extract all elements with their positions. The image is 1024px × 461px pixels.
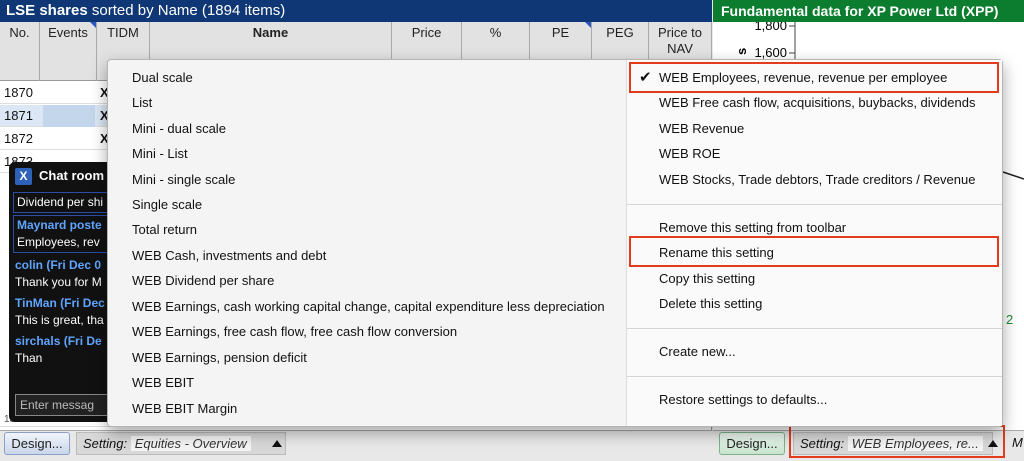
panel-title: LSE shares sorted by Name (1894 items): [0, 0, 712, 22]
chat-message-text: Thank you for M: [15, 275, 102, 289]
row-number: 1872: [4, 131, 33, 146]
menu-item[interactable]: WEB Earnings, free cash flow, free cash …: [108, 320, 626, 344]
chat-close-button[interactable]: X: [15, 168, 32, 185]
menu-item[interactable]: Delete this setting: [627, 292, 1002, 316]
chat-room-window[interactable]: X Chat room Dividend per shi Maynard pos…: [9, 162, 121, 422]
menu-separator: [627, 328, 1002, 329]
menu-item[interactable]: Mini - single scale: [108, 168, 626, 192]
value-fragment: 2: [1006, 312, 1013, 327]
menu-item[interactable]: Restore settings to defaults...: [627, 388, 1002, 412]
chat-message-author: colin (Fri Dec 0: [15, 258, 102, 272]
highlight-frame: [789, 425, 1005, 458]
settings-menu-left-column: Dual scale List Mini - dual scale Mini -…: [108, 60, 626, 426]
menu-item[interactable]: WEB Dividend per share: [108, 269, 626, 293]
chat-message-text: Employees, rev: [17, 235, 100, 249]
chat-message: TinMan (Fri Dec This is great, tha: [9, 293, 121, 331]
design-button[interactable]: Design...: [719, 432, 785, 455]
column-header-events[interactable]: Events: [40, 22, 97, 81]
chat-message: sirchals (Fri De Than: [9, 331, 121, 369]
menu-item[interactable]: WEB Earnings, pension deficit: [108, 346, 626, 370]
menu-item[interactable]: WEB Revenue: [627, 117, 1002, 141]
menu-item[interactable]: Mini - List: [108, 142, 626, 166]
menu-item[interactable]: Create new...: [627, 340, 1002, 364]
chat-message-text: This is great, tha: [15, 313, 104, 327]
chat-room-title: Chat room: [39, 168, 104, 183]
panel-title-main: LSE shares: [6, 2, 88, 19]
menu-item[interactable]: WEB Cash, investments and debt: [108, 244, 626, 268]
menu-item[interactable]: WEB EBIT Margin: [108, 397, 626, 421]
menu-item[interactable]: Total return: [108, 218, 626, 242]
toolbar-trailing-text: M: [1012, 435, 1023, 450]
menu-item[interactable]: WEB Free cash flow, acquisitions, buybac…: [627, 91, 1002, 115]
chat-message-text: Than: [15, 351, 43, 365]
setting-selector[interactable]: Setting: Equities - Overview: [76, 432, 286, 455]
menu-item[interactable]: List: [108, 91, 626, 115]
menu-item[interactable]: WEB Earnings, cash working capital chang…: [108, 295, 626, 319]
y-tick-label: 1,600: [754, 45, 787, 60]
setting-value: Equities - Overview: [130, 436, 251, 451]
chat-message: Dividend per shi: [13, 192, 117, 213]
fundamentals-title: Fundamental data for XP Power Ltd (XPP): [713, 0, 1024, 22]
series-line: [1002, 171, 1024, 180]
chat-message-author: sirchals (Fri De: [15, 334, 102, 348]
setting-dropdown-arrow-icon[interactable]: [272, 440, 282, 447]
y-axis-label: s: [734, 48, 749, 55]
chat-message-input[interactable]: Enter messag: [15, 394, 115, 416]
screen: LSE shares sorted by Name (1894 items) N…: [0, 0, 1024, 461]
row-number: 1871: [4, 108, 33, 123]
y-tick-label: 1,800: [754, 22, 787, 33]
row-events-cell: [43, 105, 95, 127]
menu-item[interactable]: WEB ROE: [627, 142, 1002, 166]
highlight-frame: [629, 236, 999, 267]
menu-item[interactable]: WEB Stocks, Trade debtors, Trade credito…: [627, 168, 1002, 192]
setting-label: Setting:: [83, 436, 128, 451]
highlight-frame: [629, 62, 999, 93]
column-header-no[interactable]: No.: [0, 22, 40, 81]
menu-item[interactable]: Single scale: [108, 193, 626, 217]
design-button[interactable]: Design...: [4, 432, 70, 455]
menu-item[interactable]: Dual scale: [108, 66, 626, 90]
menu-item[interactable]: Copy this setting: [627, 267, 1002, 291]
menu-separator: [627, 376, 1002, 377]
chat-message-author: Maynard poste: [17, 218, 102, 232]
chat-message: colin (Fri Dec 0 Thank you for M: [9, 255, 121, 293]
menu-separator: [627, 204, 1002, 205]
left-toolbar: Design... Setting: Equities - Overview: [0, 430, 712, 461]
chat-room-header: X Chat room: [9, 162, 121, 190]
menu-item[interactable]: WEB EBIT: [108, 371, 626, 395]
chat-message-author: TinMan (Fri Dec: [15, 296, 105, 310]
row-number: 1870: [4, 85, 33, 100]
chat-message-text: Dividend per shi: [17, 195, 104, 209]
chat-message: Maynard poste Employees, rev: [13, 215, 117, 253]
menu-item[interactable]: Mini - dual scale: [108, 117, 626, 141]
panel-title-subtitle: sorted by Name (1894 items): [91, 2, 286, 19]
